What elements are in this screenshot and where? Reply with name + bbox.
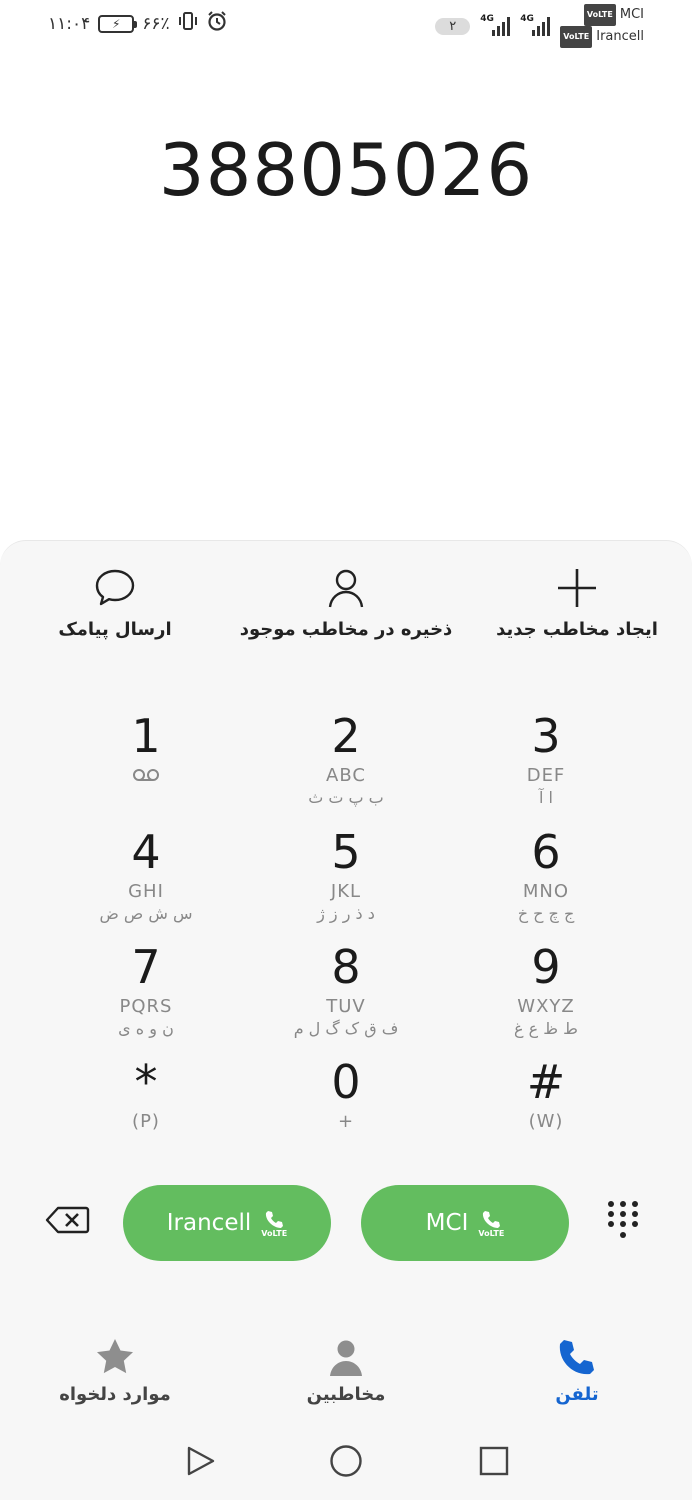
dialpad-toggle-icon[interactable] [606,1199,640,1243]
clock: ۱۱:۰۴ [48,13,91,34]
key-7[interactable]: 7 PQRS ن و ه ی [46,942,246,1052]
send-sms-button[interactable]: ارسال پیامک [0,565,230,640]
phone-sim1-icon: VoLTE [478,1209,504,1238]
tab-phone[interactable]: تلفن [477,1336,677,1405]
save-to-existing-contact-button[interactable]: ذخیره در مخاطب موجود [231,565,461,640]
vibrate-icon [178,11,198,36]
home-circle-icon[interactable] [329,1444,363,1478]
key-hash[interactable]: # (W) [446,1057,646,1167]
create-new-contact-button[interactable]: ایجاد مخاطب جدید [462,565,692,640]
quick-actions: ارسال پیامک ذخیره در مخاطب موجود ایجاد م… [0,565,692,655]
call-mci-button[interactable]: MCI VoLTE [361,1185,569,1261]
dialpad-panel: ارسال پیامک ذخیره در مخاطب موجود ایجاد م… [0,540,692,1320]
alarm-icon [206,10,228,37]
phone-icon [559,1340,594,1375]
carrier-1: MCI [619,7,644,22]
key-3[interactable]: 3 DEF ا آ [446,711,646,821]
battery-percent: ۶۶٪ [142,13,170,34]
system-navigation [0,1420,692,1500]
voicemail-icon [132,767,160,786]
person-icon [330,1340,362,1376]
tab-contacts[interactable]: مخاطبین [246,1336,446,1405]
key-0[interactable]: 0 + [246,1057,446,1167]
recents-square-icon[interactable] [477,1444,511,1478]
call-irancell-button[interactable]: Irancell VoLTE [123,1185,331,1261]
status-bar: ۱۱:۰۴ ⚡ ۶۶٪ ۲ 4G 4G VoLTE MCI VoLTE Irance… [0,0,692,48]
signal-strength-icon: 4G [480,14,511,36]
key-8[interactable]: 8 TUV ف ق ک گ ل م [246,942,446,1052]
key-5[interactable]: 5 JKL د ذ ر ز ژ [246,827,446,937]
carrier-2: Irancell [596,29,644,44]
tab-favorites[interactable]: موارد دلخواه [15,1336,215,1405]
star-icon [97,1339,133,1374]
back-triangle-icon[interactable] [183,1444,217,1478]
signal-strength-icon: 4G [520,14,551,36]
call-button-label: Irancell [166,1210,252,1236]
key-4[interactable]: 4 GHI س ش ص ض [46,827,246,937]
dialed-number[interactable]: 38805026 [0,128,692,212]
bottom-navigation: موارد دلخواه مخاطبین تلفن [0,1320,692,1420]
key-9[interactable]: 9 WXYZ ط ظ ع غ [446,942,646,1052]
call-button-label: MCI [425,1210,469,1236]
battery-icon: ⚡ [98,14,138,33]
call-row: Irancell VoLTE MCI VoLTE [0,1183,692,1263]
phone-sim2-icon: VoLTE [261,1209,287,1238]
key-2[interactable]: 2 ABC ب پ ت ث [246,711,446,821]
key-1[interactable]: 1 [46,711,246,821]
key-star[interactable]: * (P) [46,1057,246,1167]
person-icon [328,569,364,608]
backspace-icon[interactable] [44,1205,90,1235]
message-bubble-icon [95,569,135,606]
plus-icon [558,569,596,607]
key-6[interactable]: 6 MNO ج چ ح خ [446,827,646,937]
sim-count-badge: ۲ [435,17,471,35]
carrier-names: VoLTE MCI VoLTE Irancell [560,4,644,48]
